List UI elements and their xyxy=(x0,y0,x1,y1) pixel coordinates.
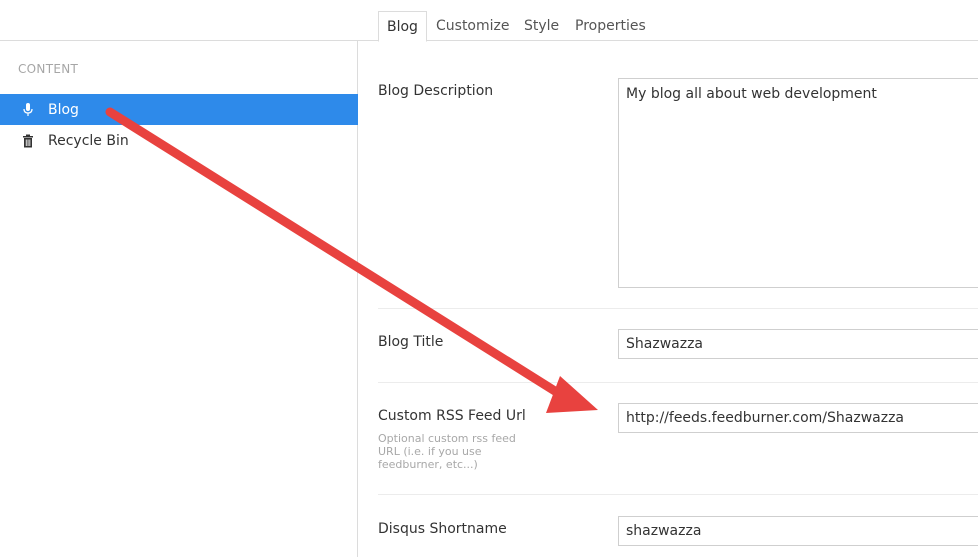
tab-blog[interactable]: Blog xyxy=(378,11,427,42)
rss-feed-label: Custom RSS Feed Url xyxy=(378,408,526,424)
section-header-content: CONTENT xyxy=(18,62,79,76)
tree-item-blog[interactable]: Blog xyxy=(0,94,358,125)
blog-description-textarea[interactable]: My blog all about web development xyxy=(618,78,978,288)
disqus-shortname-label: Disqus Shortname xyxy=(378,521,507,537)
tab-customize[interactable]: Customize xyxy=(428,11,518,41)
editor-tabs: Blog Customize Style Properties xyxy=(358,0,978,42)
divider xyxy=(378,494,978,495)
trash-icon xyxy=(20,133,36,149)
blog-title-label: Blog Title xyxy=(378,334,444,350)
content-tree-sidebar: CONTENT Blog Recycle Bin xyxy=(0,0,358,557)
rss-feed-input[interactable] xyxy=(618,403,978,433)
divider xyxy=(378,308,978,309)
divider xyxy=(378,382,978,383)
blog-title-input[interactable] xyxy=(618,329,978,359)
microphone-icon xyxy=(20,102,36,118)
tab-properties[interactable]: Properties xyxy=(567,11,654,41)
rss-feed-description: Optional custom rss feed URL (i.e. if yo… xyxy=(378,432,516,471)
disqus-shortname-input[interactable] xyxy=(618,516,978,546)
blog-description-label: Blog Description xyxy=(378,83,494,99)
sidebar-top-band xyxy=(0,0,358,41)
tab-style[interactable]: Style xyxy=(516,11,567,41)
tree-item-label: Blog xyxy=(48,101,79,118)
tree-item-recycle-bin[interactable]: Recycle Bin xyxy=(0,125,358,156)
tree-item-label: Recycle Bin xyxy=(48,132,129,149)
